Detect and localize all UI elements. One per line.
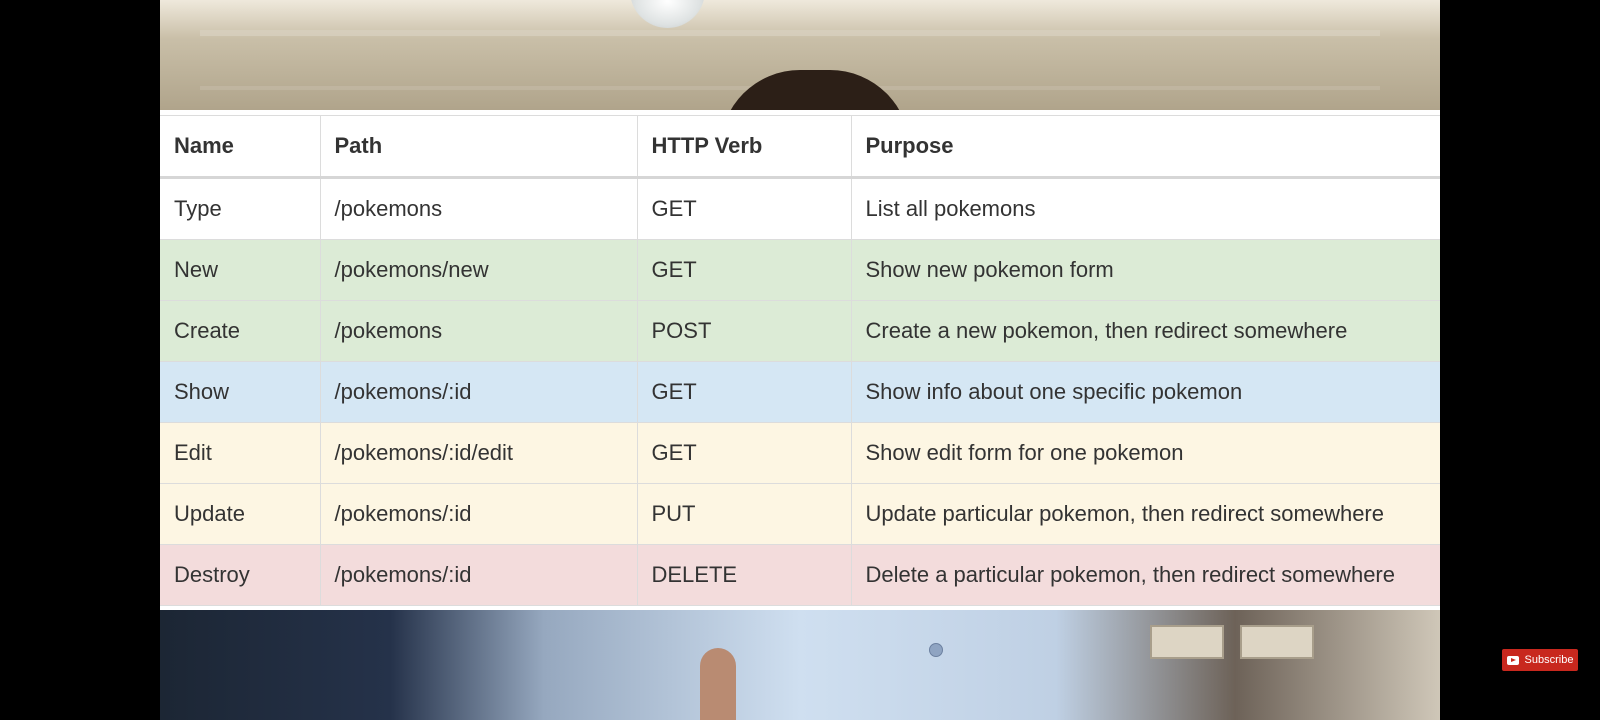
cell-path: /pokemons/:id/edit <box>319 422 638 484</box>
cell-path: /pokemons/:id <box>319 544 638 606</box>
column-header-path: Path <box>319 115 638 179</box>
cell-path: /pokemons <box>319 177 638 240</box>
cell-purpose: Delete a particular pokemon, then redire… <box>850 544 1440 606</box>
column-header-name: Name <box>160 115 321 179</box>
cell-name: New <box>160 239 321 301</box>
cell-name: Show <box>160 361 321 423</box>
cell-purpose: Update particular pokemon, then redirect… <box>850 483 1440 545</box>
subscribe-button[interactable]: Subscribe <box>1502 649 1578 671</box>
cell-name: Update <box>160 483 321 545</box>
table-row: Edit/pokemons/:id/edit GET Show edit form … <box>160 422 1440 484</box>
routes-table-overlay: Name Path HTTP Verb Purpose Type/pokemon… <box>160 110 1440 610</box>
table-row: Show/pokemons/:id GET Show info about one … <box>160 361 1440 423</box>
table-row: Type/pokemons GET List all pokemons <box>160 177 1440 240</box>
table-header-row: Name Path HTTP Verb Purpose <box>160 115 1440 179</box>
door-panel <box>1240 625 1314 659</box>
table-row: New/pokemons/new GET Show new pokemon form <box>160 239 1440 301</box>
cell-name: Type <box>160 177 321 240</box>
shirt-button <box>929 643 943 657</box>
cell-verb: GET <box>636 422 852 484</box>
cell-verb: GET <box>636 177 852 240</box>
youtube-icon <box>1506 655 1519 665</box>
cell-path: /pokemons/:id <box>319 483 638 545</box>
cell-purpose: Create a new pokemon, then redirect some… <box>850 300 1440 362</box>
cell-name: Edit <box>160 422 321 484</box>
routes-table: Name Path HTTP Verb Purpose Type/pokemon… <box>160 115 1440 606</box>
cell-purpose: List all pokemons <box>850 177 1440 240</box>
cell-verb: POST <box>636 300 852 362</box>
table-row: Update/pokemons/:id PUT Update particular … <box>160 483 1440 545</box>
cell-path: /pokemons/:id <box>319 361 638 423</box>
cell-purpose: Show edit form for one pokemon <box>850 422 1440 484</box>
door-panel <box>1150 625 1224 659</box>
cell-path: /pokemons/new <box>319 239 638 301</box>
cell-verb: PUT <box>636 483 852 545</box>
table-row: Create/pokemons POST Create a new pokemon,… <box>160 300 1440 362</box>
cell-verb: GET <box>636 239 852 301</box>
cell-purpose: Show new pokemon form <box>850 239 1440 301</box>
table-row: Destroy/pokemons/:id DELETE Delete a parti… <box>160 544 1440 606</box>
column-header-verb: HTTP Verb <box>636 115 852 179</box>
cell-name: Destroy <box>160 544 321 606</box>
column-header-purpose: Purpose <box>850 115 1440 179</box>
cell-purpose: Show info about one specific pokemon <box>850 361 1440 423</box>
cell-name: Create <box>160 300 321 362</box>
subscribe-label: Subscribe <box>1524 654 1574 666</box>
cell-verb: GET <box>636 361 852 423</box>
cell-path: /pokemons <box>319 300 638 362</box>
cell-verb: DELETE <box>636 544 852 606</box>
presenter-hand <box>700 648 736 720</box>
